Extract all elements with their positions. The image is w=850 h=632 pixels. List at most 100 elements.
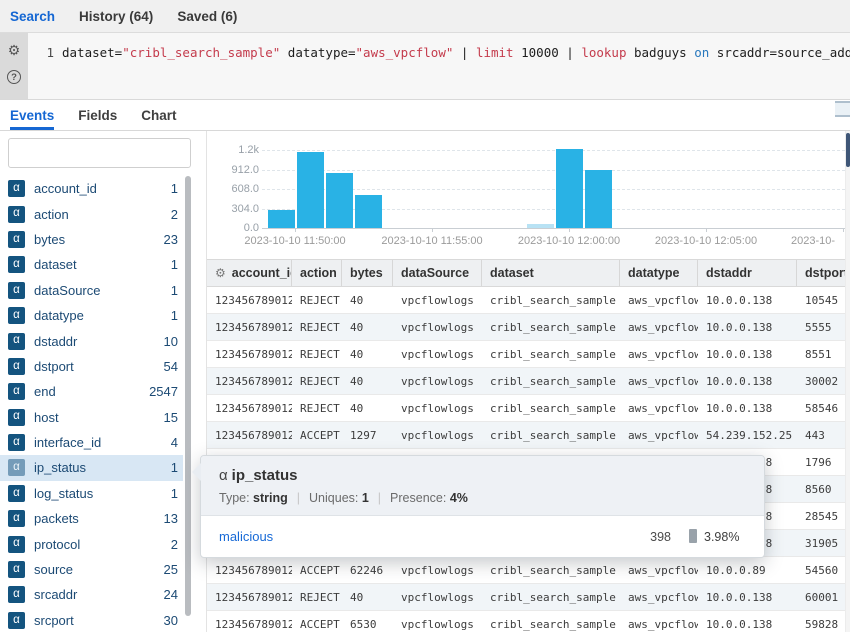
sidebar-scrollbar-thumb[interactable] — [185, 176, 191, 616]
table-row[interactable]: 123456789012ACCEPT62246vpcflowlogscribl_… — [207, 557, 850, 584]
histogram-bar[interactable] — [585, 170, 612, 228]
field-type-icon: α — [8, 231, 25, 248]
histogram-bar[interactable] — [326, 173, 353, 228]
settings-icon[interactable]: ⚙ — [8, 43, 21, 57]
y-axis-label: 1.2k — [213, 144, 259, 156]
x-axis-tick — [432, 228, 433, 232]
sidebar-field-action[interactable]: αaction2 — [0, 201, 183, 226]
sidebar-field-dstport[interactable]: αdstport54 — [0, 354, 183, 379]
table-cell-datatype: aws_vpcflow — [620, 611, 698, 632]
table-row[interactable]: 123456789012REJECT40vpcflowlogscribl_sea… — [207, 287, 850, 314]
table-cell-dstaddr: 10.0.0.89 — [698, 557, 797, 583]
tab-chart[interactable]: Chart — [141, 100, 176, 130]
table-row[interactable]: 123456789012ACCEPT1297vpcflowlogscribl_s… — [207, 422, 850, 449]
table-cell-dstport: 443 — [797, 422, 850, 448]
histogram: 1.2k912.0608.0304.00.02023-10-10 11:50:0… — [207, 131, 850, 255]
table-cell-action: REJECT — [292, 584, 342, 610]
sidebar-field-packets[interactable]: αpackets13 — [0, 506, 183, 531]
histogram-bar[interactable] — [527, 224, 554, 228]
sidebar-field-bytes[interactable]: αbytes23 — [0, 227, 183, 252]
tab-fields[interactable]: Fields — [78, 100, 117, 130]
sidebar-field-dataset[interactable]: αdataset1 — [0, 252, 183, 277]
histogram-bar[interactable] — [355, 195, 382, 228]
table-cell-dataset: cribl_search_sample — [482, 287, 620, 313]
gridline — [262, 150, 845, 151]
column-header-action[interactable]: action — [292, 260, 342, 286]
table-row[interactable]: 123456789012REJECT40vpcflowlogscribl_sea… — [207, 395, 850, 422]
table-cell-dataset: cribl_search_sample — [482, 341, 620, 367]
column-header-dstaddr[interactable]: dstaddr — [698, 260, 797, 286]
table-cell-account_id: 123456789012 — [207, 584, 292, 610]
sidebar-field-account_id[interactable]: αaccount_id1 — [0, 176, 183, 201]
sidebar-field-dataSource[interactable]: αdataSource1 — [0, 278, 183, 303]
main-scrollbar-thumb[interactable] — [846, 133, 850, 167]
query-segment-string: "cribl_search_sample" — [122, 45, 280, 60]
results-table: ⚙ account_idactionbytesdataSourcedataset d… — [207, 259, 850, 632]
table-row[interactable]: 123456789012REJECT40vpcflowlogscribl_sea… — [207, 341, 850, 368]
sidebar-field-host[interactable]: αhost15 — [0, 405, 183, 430]
field-type-icon: α — [8, 383, 25, 400]
histogram-bar[interactable] — [556, 149, 583, 228]
field-filter-input[interactable] — [27, 142, 207, 164]
field-type-icon: α — [8, 358, 25, 375]
sidebar-field-datatype[interactable]: αdatatype1 — [0, 303, 183, 328]
field-name: protocol — [34, 537, 80, 552]
column-header-account_id[interactable]: ⚙ account_id — [207, 260, 292, 286]
field-name: dstaddr — [34, 334, 77, 349]
column-label: datatype — [628, 266, 679, 280]
sidebar-field-dstaddr[interactable]: αdstaddr10 — [0, 328, 183, 353]
results-tabs: Events Fields Chart — [0, 100, 850, 131]
column-header-dataSource[interactable]: dataSource — [393, 260, 482, 286]
histogram-bar[interactable] — [268, 210, 295, 228]
query-segment-default: | — [453, 45, 476, 60]
field-type-icon: α — [8, 434, 25, 451]
query-segment-keyword: lookup — [581, 45, 626, 60]
table-cell-bytes: 40 — [342, 368, 393, 394]
tab-events[interactable]: Events — [10, 100, 54, 130]
table-cell-dataSource: vpcflowlogs — [393, 395, 482, 421]
query-segment-operator: on — [694, 45, 709, 60]
table-cell-dstport: 58546 — [797, 395, 850, 421]
query-input[interactable]: dataset="cribl_search_sample" datatype="… — [62, 45, 850, 60]
help-icon[interactable]: ? — [7, 70, 21, 84]
y-axis-label: 912.0 — [213, 164, 259, 176]
table-cell-action: REJECT — [292, 368, 342, 394]
table-row[interactable]: 123456789012REJECT40vpcflowlogscribl_sea… — [207, 314, 850, 341]
field-type-icon: α — [8, 307, 25, 324]
histogram-bar[interactable] — [297, 152, 324, 228]
column-header-dataset[interactable]: dataset — [482, 260, 620, 286]
nav-item-history[interactable]: History (64) — [79, 9, 153, 24]
nav-item-search[interactable]: Search — [10, 9, 55, 24]
column-label: account_id — [232, 266, 292, 280]
nav-item-saved[interactable]: Saved (6) — [177, 9, 237, 24]
table-cell-action: REJECT — [292, 341, 342, 367]
query-segment-default: srcaddr=source_address — [709, 45, 850, 60]
table-row[interactable]: 123456789012REJECT40vpcflowlogscribl_sea… — [207, 584, 850, 611]
column-header-bytes[interactable]: bytes — [342, 260, 393, 286]
table-cell-dstport: 5555 — [797, 314, 850, 340]
x-axis-tick — [706, 228, 707, 232]
sidebar-field-srcport[interactable]: αsrcport30 — [0, 608, 183, 632]
sidebar-field-interface_id[interactable]: αinterface_id4 — [0, 430, 183, 455]
query-segment-default: 10000 | — [514, 45, 582, 60]
field-name: srcaddr — [34, 587, 77, 602]
table-cell-datatype: aws_vpcflow — [620, 422, 698, 448]
column-header-dstport[interactable]: dstport — [797, 260, 850, 286]
sidebar-field-end[interactable]: αend2547 — [0, 379, 183, 404]
sidebar-field-srcaddr[interactable]: αsrcaddr24 — [0, 582, 183, 607]
table-row[interactable]: 123456789012ACCEPT6530vpcflowlogscribl_s… — [207, 611, 850, 632]
table-cell-dstport: 28545 — [797, 503, 850, 529]
sidebar-field-ip_status[interactable]: αip_status1 — [0, 455, 183, 480]
x-axis-label: 2023-10-10 12:05:00 — [655, 235, 757, 247]
table-row[interactable]: 123456789012REJECT40vpcflowlogscribl_sea… — [207, 368, 850, 395]
field-type-icon: α — [8, 510, 25, 527]
sidebar-field-log_status[interactable]: αlog_status1 — [0, 481, 183, 506]
field-name: action — [34, 207, 69, 222]
sidebar-field-source[interactable]: αsource25 — [0, 557, 183, 582]
sidebar-field-protocol[interactable]: αprotocol2 — [0, 531, 183, 556]
table-settings-icon[interactable]: ⚙ — [215, 266, 226, 280]
meta-label: Presence: — [390, 491, 450, 505]
field-count: 1 — [171, 460, 178, 475]
column-header-datatype[interactable]: datatype — [620, 260, 698, 286]
field-value-link[interactable]: malicious — [219, 529, 273, 544]
